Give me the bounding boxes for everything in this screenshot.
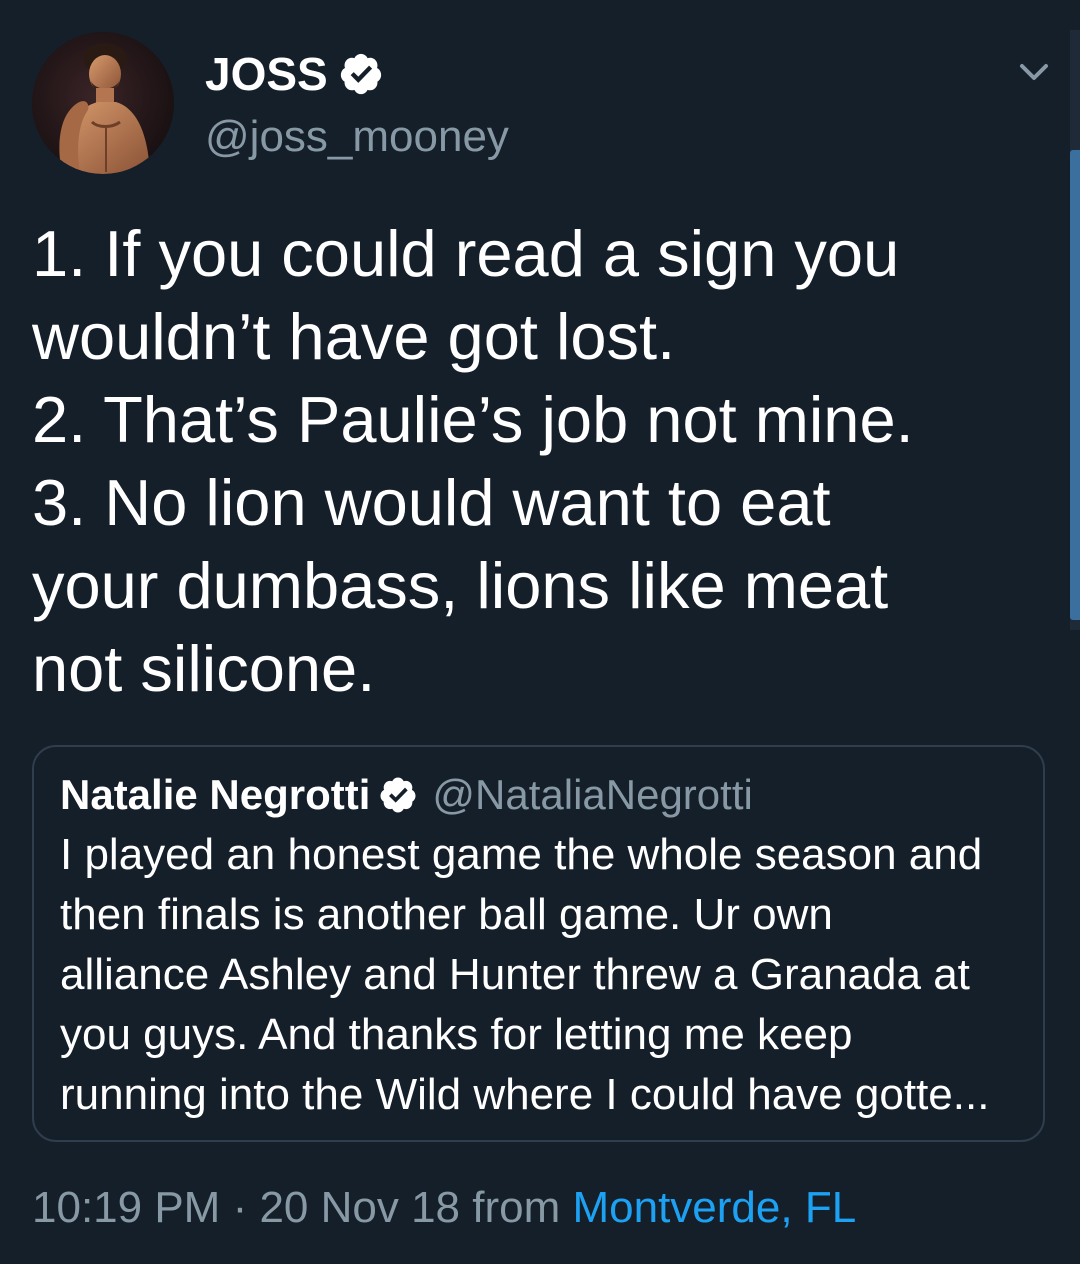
author-name-row[interactable]: JOSS xyxy=(205,46,384,102)
quoted-text-line: I played an honest game the whole season… xyxy=(60,830,983,879)
tweet-text-line: wouldn’t have got lost. xyxy=(32,300,676,373)
quoted-author-name: Natalie Negrotti xyxy=(60,771,371,818)
quoted-text-line: alliance Ashley and Hunter threw a Grana… xyxy=(60,950,970,999)
scrollbar-thumb[interactable] xyxy=(1070,150,1080,620)
verified-badge-icon xyxy=(380,777,416,813)
tweet-detail-screen: JOSS @joss_mooney 1. If you could read a… xyxy=(0,0,1080,1264)
quoted-author-handle: @NataliaNegrotti xyxy=(432,771,753,818)
verified-badge-icon xyxy=(340,53,381,95)
quoted-text-line: then finals is another ball game. Ur own xyxy=(60,890,833,939)
tweet-text: 1. If you could read a sign you wouldn’t… xyxy=(32,212,1042,710)
meta-separator: · xyxy=(220,1183,260,1232)
tweet-text-line: 2. That’s Paulie’s job not mine. xyxy=(32,383,914,456)
tweet-text-line: not silicone. xyxy=(32,632,376,705)
quoted-tweet-text: I played an honest game the whole season… xyxy=(60,825,1025,1125)
author-handle[interactable]: @joss_mooney xyxy=(205,110,509,164)
from-label: from xyxy=(460,1183,573,1232)
location-link[interactable]: Montverde, FL xyxy=(572,1183,856,1232)
author-avatar[interactable] xyxy=(32,32,174,174)
quoted-text-line: you guys. And thanks for letting me keep xyxy=(60,1010,853,1059)
quoted-tweet-card[interactable]: Natalie Negrotti @NataliaNegrotti I play… xyxy=(32,745,1045,1142)
tweet-text-line: your dumbass, lions like meat xyxy=(32,549,889,622)
tweet-time: 10:19 PM xyxy=(32,1183,221,1232)
quoted-tweet-header: Natalie Negrotti @NataliaNegrotti xyxy=(60,769,753,821)
tweet-text-line: 3. No lion would want to eat xyxy=(32,466,831,539)
chevron-down-icon[interactable] xyxy=(1014,52,1054,92)
tweet-date: 20 Nov 18 xyxy=(259,1183,461,1232)
tweet-meta: 10:19 PM · 20 Nov 18 from Montverde, FL xyxy=(32,1178,856,1238)
tweet-text-line: 1. If you could read a sign you xyxy=(32,217,900,290)
quoted-text-line: running into the Wild where I could have… xyxy=(60,1070,990,1119)
author-name[interactable]: JOSS xyxy=(205,46,328,102)
